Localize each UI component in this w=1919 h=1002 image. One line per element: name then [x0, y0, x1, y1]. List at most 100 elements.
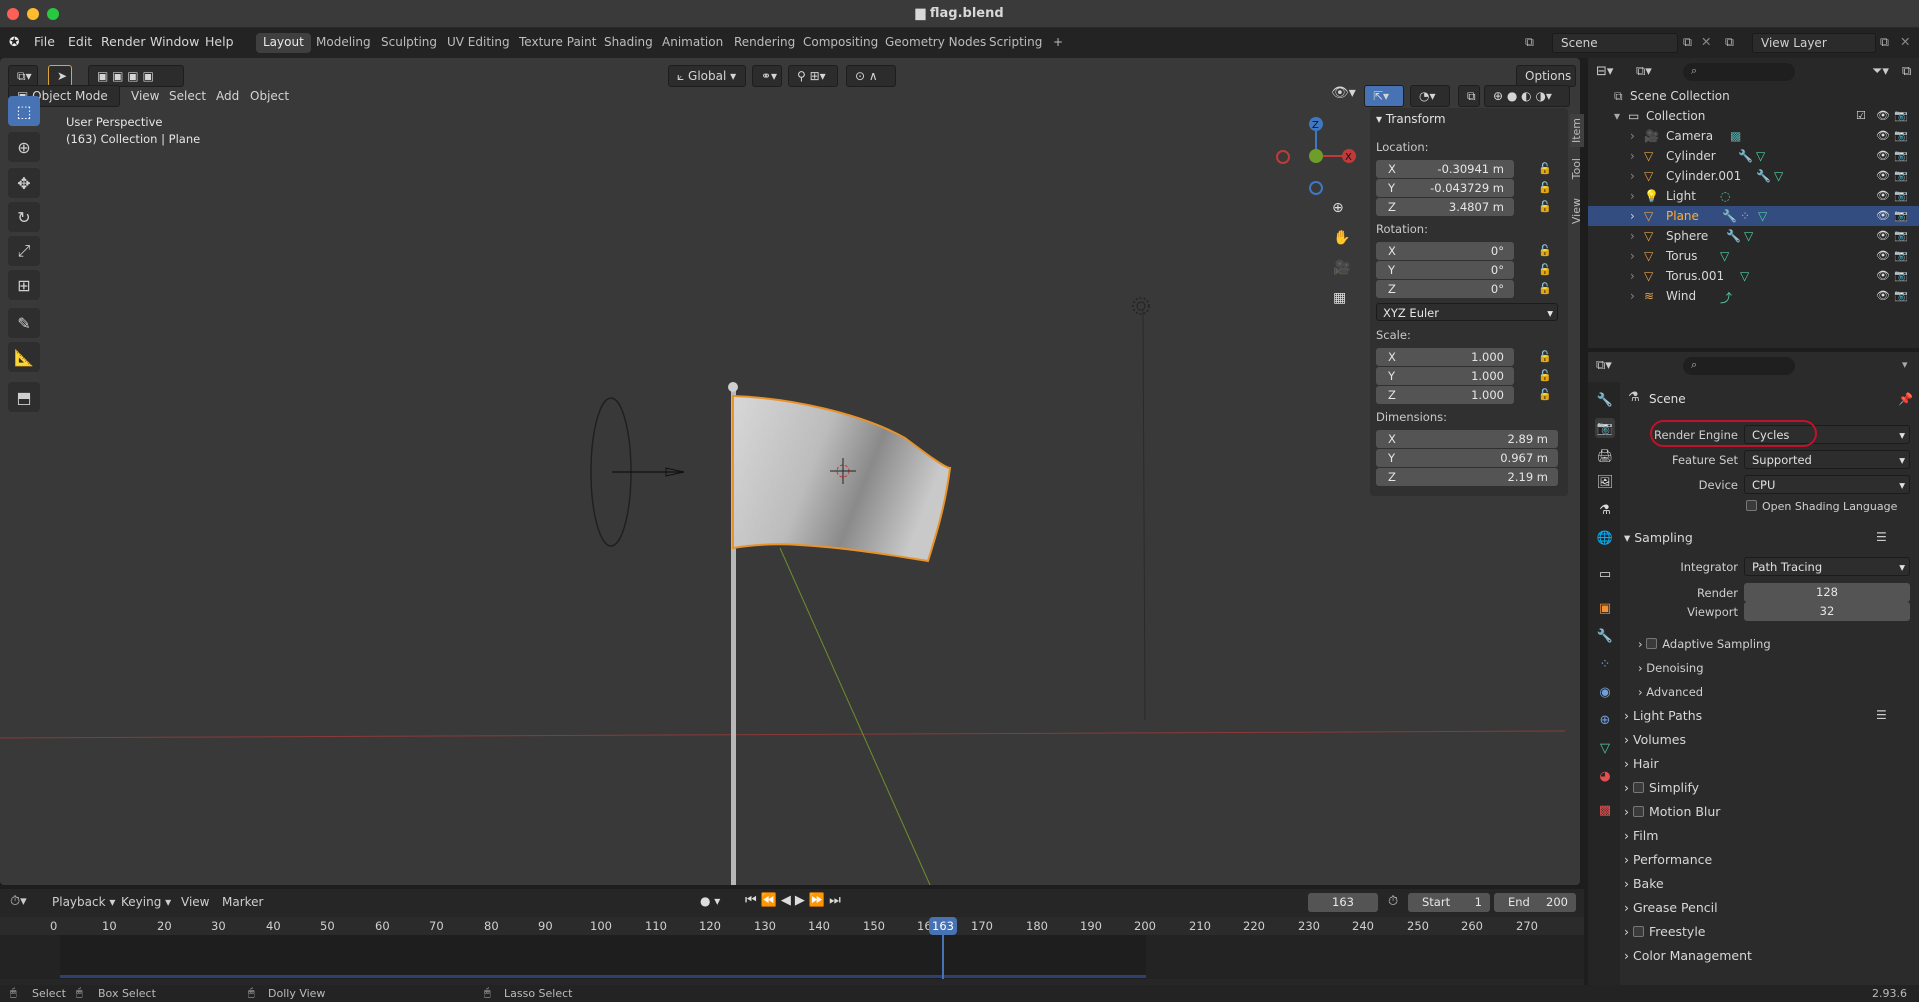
add-workspace-button[interactable]: + [1046, 33, 1070, 53]
outliner-item-plane[interactable]: › ▽ Plane 🔧 ⁘ ▽ 👁 📷 [1588, 206, 1919, 226]
render-tab-icon[interactable]: 📷 [1595, 418, 1615, 438]
eye-icon[interactable]: 👁 [1876, 289, 1890, 302]
properties-editor-icon[interactable]: ⧉▾ [1596, 358, 1612, 373]
menu-window[interactable]: Window [150, 34, 199, 49]
tab-layout[interactable]: Layout [256, 33, 311, 53]
new-collection-icon[interactable]: ⧉ [1902, 64, 1911, 79]
outliner-item-camera[interactable]: › 🎥 Camera ▩ 👁 📷 [1588, 126, 1919, 146]
menu-help[interactable]: Help [205, 34, 234, 49]
view-layer-field[interactable]: View Layer [1752, 33, 1876, 53]
camera-icon[interactable]: 📷 [1894, 129, 1908, 142]
outliner-scene-collection[interactable]: ⧉ Scene Collection [1588, 86, 1919, 106]
camera-icon[interactable]: 📷 [1894, 189, 1908, 202]
clock-icon[interactable]: ⏱ [1388, 894, 1398, 909]
menu-edit[interactable]: Edit [68, 34, 92, 49]
modifier-tab-icon[interactable]: 🔧 [1595, 626, 1615, 646]
hair-section[interactable]: › Hair [1624, 756, 1659, 771]
scale-x-field[interactable]: X 1.000 [1376, 348, 1514, 366]
presets-list-icon[interactable]: ☰ [1876, 530, 1887, 544]
particles-tab-icon[interactable]: ⁘ [1595, 654, 1615, 674]
tab-scripting[interactable]: Scripting [982, 33, 1049, 53]
scale-z-field[interactable]: Z 1.000 [1376, 386, 1514, 404]
location-y-field[interactable]: Y -0.043729 m [1376, 179, 1514, 197]
physics-tab-icon[interactable]: ◉ [1595, 682, 1615, 702]
film-section[interactable]: › Film [1624, 828, 1658, 843]
rotation-mode-dropdown[interactable]: XYZ Euler ▾ [1376, 303, 1558, 321]
adaptive-sampling-subpanel[interactable]: › Adaptive Sampling [1638, 637, 1771, 651]
constraints-tab-icon[interactable]: ⊕ [1595, 710, 1615, 730]
tab-animation[interactable]: Animation [655, 33, 730, 53]
blender-logo-icon[interactable]: ✪ [9, 34, 19, 49]
lock-icon[interactable]: 🔓 [1538, 162, 1552, 175]
view-layer-tab-icon[interactable]: 🖼 [1595, 472, 1615, 492]
chevron-down-icon[interactable]: ▾ [1902, 358, 1908, 371]
location-z-field[interactable]: Z 3.4807 m [1376, 198, 1514, 216]
data-tab-icon[interactable]: ▽ [1595, 738, 1615, 758]
outliner-item-sphere[interactable]: › ▽ Sphere 🔧 ▽ 👁 📷 [1588, 226, 1919, 246]
device-dropdown[interactable]: CPU ▾ [1744, 475, 1910, 494]
eye-icon[interactable]: 👁 [1876, 229, 1890, 242]
start-frame-field[interactable]: Start 1 [1408, 893, 1490, 912]
object-tab-icon[interactable]: ▣ [1595, 598, 1615, 618]
menu-render[interactable]: Render [101, 34, 146, 49]
dimensions-z-field[interactable]: Z 2.19 m [1376, 468, 1558, 486]
outliner-item-cylinder[interactable]: › ▽ Cylinder 🔧 ▽ 👁 📷 [1588, 146, 1919, 166]
playback-controls-icon[interactable]: ⏮⏪◀▶⏩⏭ [745, 893, 845, 908]
material-tab-icon[interactable]: ◕ [1595, 766, 1615, 786]
tab-compositing[interactable]: Compositing [796, 33, 885, 53]
osl-checkbox[interactable]: Open Shading Language [1746, 500, 1897, 513]
eye-icon[interactable]: 👁 [1876, 249, 1890, 262]
timeline-menu-playback[interactable]: Playback ▾ [52, 895, 115, 909]
pan-hand-icon[interactable]: ✋ [1333, 230, 1350, 246]
simplify-section[interactable]: › Simplify [1624, 780, 1699, 795]
new-scene-icon[interactable]: ⧉ [1683, 34, 1692, 50]
texture-tab-icon[interactable]: ▩ [1595, 800, 1615, 820]
camera-icon[interactable]: 📷 [1894, 169, 1908, 182]
transform-header[interactable]: ▾ Transform [1376, 112, 1446, 126]
color-management-section[interactable]: › Color Management [1624, 948, 1752, 963]
remove-view-layer-icon[interactable]: ✕ [1900, 34, 1910, 49]
camera-icon[interactable]: 📷 [1894, 229, 1908, 242]
outliner-item-cylinder-001[interactable]: › ▽ Cylinder.001 🔧 ▽ 👁 📷 [1588, 166, 1919, 186]
outliner-search-input[interactable]: ⌕ [1683, 63, 1795, 81]
tab-uv-editing[interactable]: UV Editing [440, 33, 517, 53]
zoom-icon[interactable]: ⊕ [1332, 200, 1344, 216]
ortho-grid-icon[interactable]: ▦ [1333, 290, 1346, 306]
npanel-tab-tool[interactable]: Tool [1570, 158, 1584, 179]
camera-icon[interactable]: 📷 [1894, 269, 1908, 282]
rotation-x-field[interactable]: X 0° [1376, 242, 1514, 260]
timeline-menu-marker[interactable]: Marker [222, 895, 263, 909]
performance-section[interactable]: › Performance [1624, 852, 1712, 867]
render-samples-field[interactable]: 128 [1744, 583, 1910, 602]
lock-icon[interactable]: 🔓 [1538, 350, 1552, 363]
freestyle-section[interactable]: › Freestyle [1624, 924, 1706, 939]
viewport-samples-field[interactable]: 32 [1744, 602, 1910, 621]
output-tab-icon[interactable]: 🖨 [1595, 446, 1615, 466]
timeline-editor-icon[interactable]: ⏱▾ [10, 894, 27, 909]
filter-icon[interactable]: ⏷▾ [1872, 64, 1889, 79]
remove-scene-icon[interactable]: ✕ [1701, 34, 1711, 49]
lock-icon[interactable]: 🔓 [1538, 244, 1552, 257]
eye-icon[interactable]: 👁 [1876, 269, 1890, 282]
outliner-item-light[interactable]: › 💡 Light ◌ 👁 📷 [1588, 186, 1919, 206]
location-x-field[interactable]: X -0.30941 m [1376, 160, 1514, 178]
playhead-frame-badge[interactable]: 163 [929, 917, 957, 935]
display-mode-icon[interactable]: ⧉▾ [1636, 64, 1652, 79]
lock-icon[interactable]: 🔓 [1538, 200, 1552, 213]
view-layer-icon[interactable]: ⧉ [1725, 34, 1734, 50]
outliner-collection[interactable]: ▾ ▭ Collection ☑ 👁 📷 [1588, 106, 1919, 126]
bake-section[interactable]: › Bake [1624, 876, 1664, 891]
menu-file[interactable]: File [34, 34, 55, 49]
properties-search-input[interactable]: ⌕ [1683, 357, 1795, 375]
tab-rendering[interactable]: Rendering [727, 33, 802, 53]
frame-ruler[interactable] [0, 917, 1584, 935]
tab-shading[interactable]: Shading [597, 33, 660, 53]
record-icon[interactable]: ● ▾ [700, 894, 720, 908]
npanel-tab-view[interactable]: View [1570, 198, 1584, 224]
camera-view-icon[interactable]: 🎥 [1333, 260, 1350, 276]
camera-icon[interactable]: 📷 [1894, 149, 1908, 162]
timeline-menu-view[interactable]: View [181, 895, 209, 909]
scale-y-field[interactable]: Y 1.000 [1376, 367, 1514, 385]
advanced-subpanel[interactable]: › Advanced [1638, 685, 1703, 699]
scene-tab-icon[interactable]: ⚗ [1595, 500, 1615, 520]
